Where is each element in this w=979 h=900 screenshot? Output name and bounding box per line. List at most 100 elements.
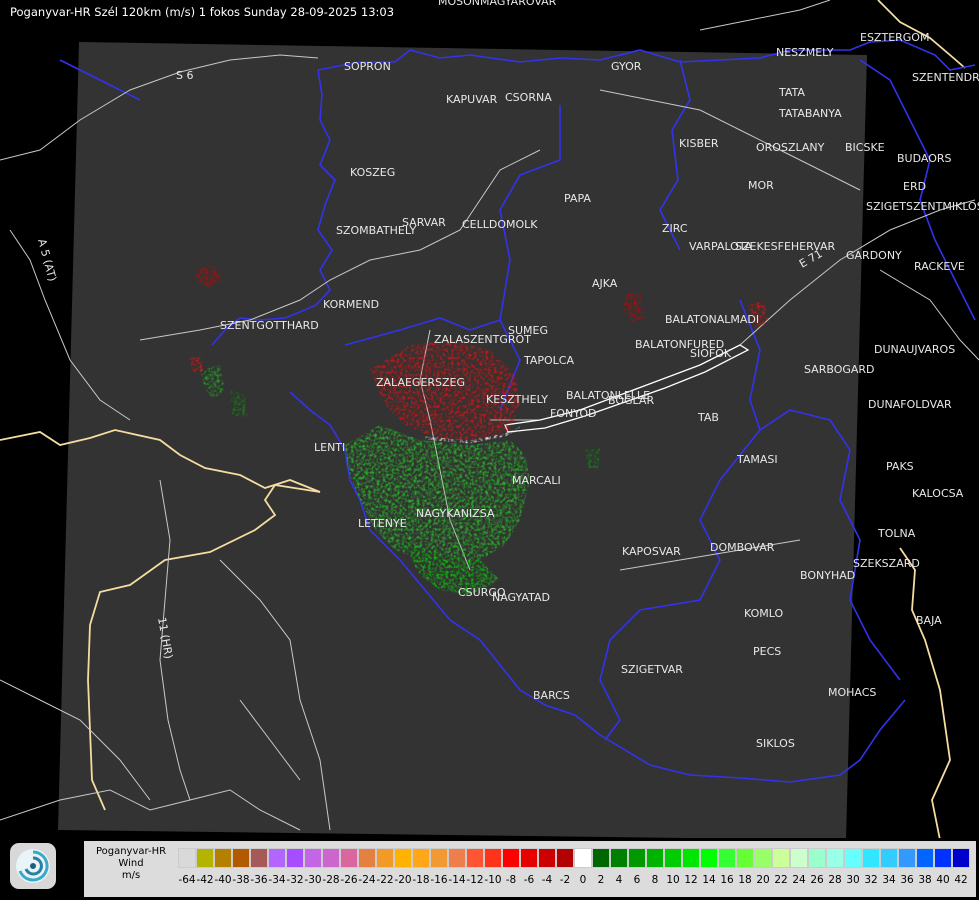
legend-swatch	[376, 848, 394, 868]
city-label: MOSONMAGYAROVAR	[438, 0, 557, 8]
city-label: TOLNA	[877, 527, 916, 540]
legend-tick-label: 26	[810, 874, 824, 886]
city-label: MARCALI	[512, 474, 561, 487]
legend-tick-label: 24	[792, 874, 806, 886]
legend-tick-label: -12	[466, 874, 484, 886]
city-label: SIKLOS	[756, 737, 795, 750]
legend-tick-label: 42	[954, 874, 968, 886]
legend-tick-label: 38	[918, 874, 932, 886]
legend-tick-label: 32	[864, 874, 878, 886]
legend-swatch	[736, 848, 754, 868]
legend-swatch	[232, 848, 250, 868]
city-label: KAPUVAR	[446, 93, 498, 106]
legend-swatch	[682, 848, 700, 868]
city-label: BUDAORS	[897, 152, 952, 165]
legend-tick-label: 20	[756, 874, 770, 886]
city-label: NAGYKANIZSA	[416, 507, 495, 520]
city-label: FONYOD	[550, 407, 596, 420]
legend-swatch	[772, 848, 790, 868]
road-label: S 6	[176, 69, 193, 82]
legend-tick-label: 6	[633, 874, 641, 886]
legend-swatch	[898, 848, 916, 868]
legend-tick-label: -20	[394, 874, 412, 886]
legend-tick-label: -30	[304, 874, 322, 886]
legend-tick-label: 8	[651, 874, 659, 886]
legend-swatch	[628, 848, 646, 868]
city-label: NESZMELY	[776, 46, 834, 59]
city-label: BICSKE	[845, 141, 885, 154]
city-label: SZEKESFEHERVAR	[735, 240, 836, 253]
legend-swatches	[178, 848, 970, 868]
legend-swatch	[754, 848, 772, 868]
legend-tick-label: 16	[720, 874, 734, 886]
legend-swatch	[592, 848, 610, 868]
city-label: TATABANYA	[778, 107, 842, 120]
city-label: SZENTENDRE	[912, 71, 979, 84]
city-label: MOR	[748, 179, 774, 192]
legend-swatch	[448, 848, 466, 868]
legend-swatch	[538, 848, 556, 868]
city-label: KALOCSA	[912, 487, 964, 500]
city-label: KORMEND	[323, 298, 379, 311]
legend-swatch	[286, 848, 304, 868]
city-label: KESZTHELY	[486, 393, 548, 406]
legend-tick-label: -16	[430, 874, 448, 886]
legend-tick-label: -28	[322, 874, 340, 886]
city-label: DUNAFOLDVAR	[868, 398, 952, 411]
legend-tick-label: 10	[666, 874, 680, 886]
legend-swatch	[664, 848, 682, 868]
city-label: GYOR	[611, 60, 642, 73]
city-label: SZENTGOTTHARD	[220, 319, 319, 332]
city-label: CELLDOMOLK	[462, 218, 538, 231]
legend-tick-label: 30	[846, 874, 860, 886]
city-label: BALATONALMADI	[665, 313, 759, 326]
city-label: ZALAEGERSZEG	[376, 376, 465, 389]
legend-tick-label: -4	[541, 874, 553, 886]
city-label: OROSZLANY	[756, 141, 825, 154]
legend-swatch	[574, 848, 592, 868]
legend-tick-label: 14	[702, 874, 716, 886]
city-label: KISBER	[679, 137, 719, 150]
legend-tick-label: -26	[340, 874, 358, 886]
legend-tick-label: 2	[597, 874, 605, 886]
city-label: SARBOGARD	[804, 363, 875, 376]
legend-tick-label: -36	[250, 874, 268, 886]
legend-swatch	[322, 848, 340, 868]
legend-tick-label: 0	[579, 874, 587, 886]
city-label: BOGLAR	[608, 394, 654, 407]
legend-swatch	[718, 848, 736, 868]
legend-tick-label: -24	[358, 874, 376, 886]
legend-tick-label: -40	[214, 874, 232, 886]
legend-swatch	[502, 848, 520, 868]
legend-tick-label: 4	[615, 874, 623, 886]
legend-tick-label: -32	[286, 874, 304, 886]
legend-swatch	[646, 848, 664, 868]
city-label: DUNAUJVAROS	[874, 343, 955, 356]
legend-tick-label: 36	[900, 874, 914, 886]
city-label: KAPOSVAR	[622, 545, 681, 558]
legend-swatch	[394, 848, 412, 868]
city-label: TATA	[778, 86, 805, 99]
legend-swatch	[250, 848, 268, 868]
city-label: ZALASZENTGROT	[434, 333, 531, 346]
legend-swatch	[178, 848, 196, 868]
legend-swatch	[196, 848, 214, 868]
legend-swatch	[556, 848, 574, 868]
legend-tick-label: -2	[559, 874, 571, 886]
radar-title: Poganyvar-HR Szél 120km (m/s) 1 fokos Su…	[10, 5, 395, 19]
city-label: ZIRC	[662, 222, 688, 235]
legend-tick-label: -34	[268, 874, 286, 886]
legend-tick-label: 22	[774, 874, 788, 886]
legend-swatch	[340, 848, 358, 868]
city-label: DOMBOVAR	[710, 541, 775, 554]
legend-swatch	[952, 848, 970, 868]
city-label: MOHACS	[828, 686, 876, 699]
city-label: PAKS	[886, 460, 914, 473]
city-label: AJKA	[592, 277, 618, 290]
city-label: LETENYE	[358, 517, 407, 530]
legend-tick-label: -10	[484, 874, 502, 886]
city-label: PAPA	[564, 192, 591, 205]
legend-swatch	[808, 848, 826, 868]
city-label: GARDONY	[846, 249, 902, 262]
city-label: TAPOLCA	[523, 354, 574, 367]
